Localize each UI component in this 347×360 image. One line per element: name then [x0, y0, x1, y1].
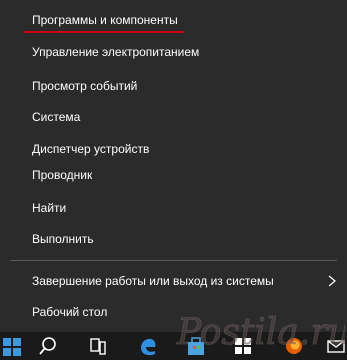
menu-item-label: Рабочий стол — [32, 305, 108, 319]
menu-separator — [10, 260, 337, 261]
menu-item-label: Найти — [32, 201, 67, 215]
menu-item-search[interactable]: Найти — [0, 193, 347, 223]
menu-item-shut-down-or-sign-out[interactable]: Завершение работы или выход из системы — [0, 266, 347, 296]
menu-item-label: Система — [32, 110, 81, 124]
menu-item-file-explorer[interactable]: Проводник — [0, 160, 347, 190]
edge-icon[interactable] — [138, 336, 158, 356]
screen: Программы и компоненты Управление электр… — [0, 0, 347, 360]
highlight-underline — [24, 31, 184, 33]
power-user-menu: Программы и компоненты Управление электр… — [0, 0, 347, 332]
menu-item-label: Завершение работы или выход из системы — [32, 274, 274, 288]
postila-watermark-logo: Postila.ru — [176, 312, 345, 354]
chevron-right-icon — [328, 275, 337, 287]
task-view-icon[interactable] — [88, 336, 108, 356]
menu-item-label: Просмотр событий — [32, 79, 138, 93]
watermark-text: Postila.ru — [176, 312, 345, 353]
windows-icon[interactable] — [2, 336, 22, 356]
menu-item-label: Управление электропитанием — [32, 45, 200, 59]
menu-item-power-options[interactable]: Управление электропитанием — [0, 37, 347, 67]
menu-item-label: Выполнить — [32, 232, 94, 246]
menu-item-system[interactable]: Система — [0, 102, 347, 132]
menu-item-run[interactable]: Выполнить — [0, 224, 347, 254]
search-icon[interactable] — [38, 336, 58, 356]
menu-item-event-viewer[interactable]: Просмотр событий — [0, 71, 347, 101]
menu-item-label: Проводник — [32, 168, 93, 182]
